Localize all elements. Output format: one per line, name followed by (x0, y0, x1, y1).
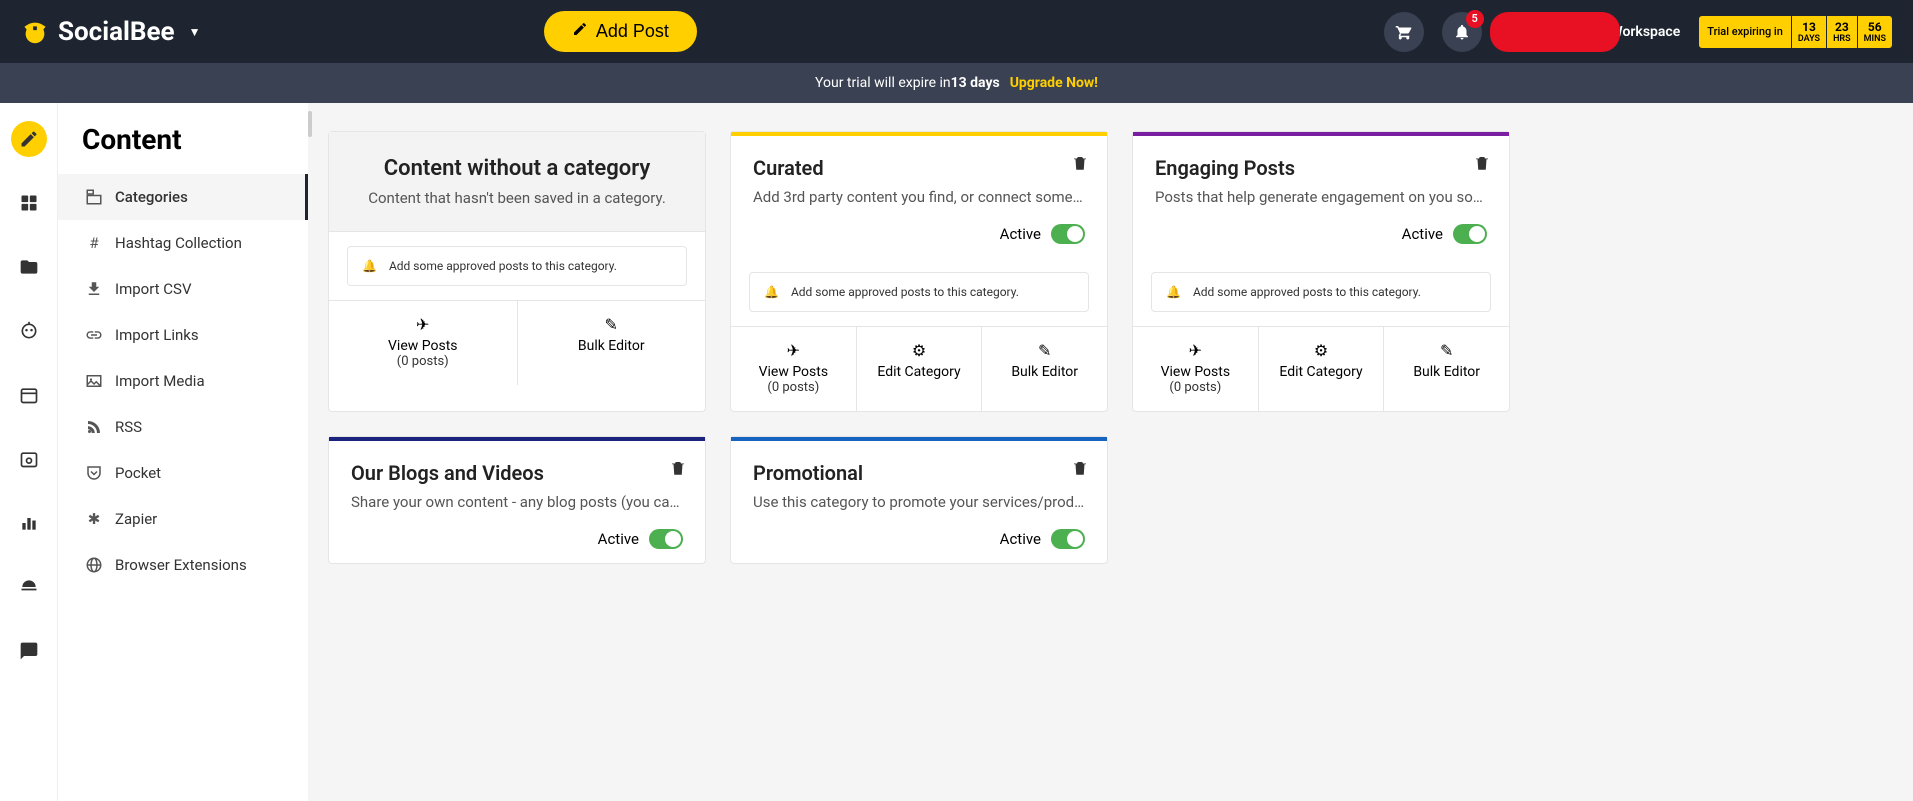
add-post-button[interactable]: Add Post (544, 11, 697, 52)
card-no-category: Content without a category Content that … (328, 131, 706, 412)
categories-icon (85, 188, 103, 206)
card-title: Our Blogs and Videos (351, 461, 683, 485)
send-icon: ✈ (333, 315, 513, 334)
rail-robot[interactable] (11, 313, 47, 349)
nav-rss[interactable]: RSS (58, 404, 308, 450)
card-title: Engaging Posts (1155, 156, 1487, 180)
edit-category-button[interactable]: ⚙Edit Category (1259, 327, 1385, 411)
view-posts-button[interactable]: ✈View Posts(0 posts) (731, 327, 857, 411)
card-desc: Share your own content - any blog posts … (351, 493, 683, 511)
notifications-button[interactable]: 5 (1442, 12, 1482, 52)
brand-menu[interactable]: SocialBee ▼ (20, 17, 200, 47)
delete-category-button[interactable] (1473, 154, 1491, 176)
card-desc: Posts that help generate engagement on y… (1155, 188, 1487, 206)
trial-countdown[interactable]: Trial expiring in 13DAYS 23HRS 56MINS (1698, 15, 1893, 49)
active-toggle[interactable] (1453, 224, 1487, 244)
card-title: Promotional (753, 461, 1085, 485)
empty-alert: 🔔 Add some approved posts to this catego… (347, 246, 687, 286)
nav-pocket[interactable]: Pocket (58, 450, 308, 496)
nav-rail (0, 103, 58, 801)
nav-import-csv[interactable]: Import CSV (58, 266, 308, 312)
gear-icon: ⚙ (861, 341, 978, 360)
card-desc: Add 3rd party content you find, or conne… (753, 188, 1085, 206)
globe-icon (85, 556, 103, 574)
rail-chat[interactable] (11, 633, 47, 669)
hashtag-icon: # (85, 234, 103, 252)
send-icon: ✈ (1137, 341, 1254, 360)
active-toggle[interactable] (649, 529, 683, 549)
bell-icon: 🔔 (362, 259, 377, 273)
card-promotional: Promotional Use this category to promote… (730, 436, 1108, 564)
nav-import-links[interactable]: Import Links (58, 312, 308, 358)
rail-analytics[interactable] (11, 505, 47, 541)
image-icon (85, 372, 103, 390)
chevron-down-icon: ▼ (189, 25, 201, 39)
cart-button[interactable] (1384, 12, 1424, 52)
bulk-editor-button[interactable]: ✎Bulk Editor (518, 301, 706, 385)
bee-logo-icon (20, 17, 50, 47)
nav-hashtag[interactable]: #Hashtag Collection (58, 220, 308, 266)
edit-icon: ✎ (1388, 341, 1505, 360)
card-desc: Content that hasn't been saved in a cate… (351, 189, 683, 207)
add-post-label: Add Post (596, 21, 669, 42)
view-posts-button[interactable]: ✈View Posts(0 posts) (329, 301, 518, 385)
card-engaging: Engaging Posts Posts that help generate … (1132, 131, 1510, 412)
gear-icon: ⚙ (1263, 341, 1380, 360)
rail-schedule[interactable] (11, 441, 47, 477)
nav-browser-ext[interactable]: Browser Extensions (58, 542, 308, 588)
delete-category-button[interactable] (1071, 154, 1089, 176)
send-icon: ✈ (735, 341, 852, 360)
trial-label: Trial expiring in (1699, 16, 1791, 48)
topbar-right: 5 My Workspace Trial expiring in 13DAYS … (1384, 12, 1893, 52)
redacted-avatar (1490, 12, 1620, 52)
bulk-editor-button[interactable]: ✎Bulk Editor (1384, 327, 1509, 411)
card-blogs: Our Blogs and Videos Share your own cont… (328, 436, 706, 564)
brand-name: SocialBee (58, 17, 175, 47)
edit-icon: ✎ (522, 315, 702, 334)
card-title: Content without a category (351, 156, 683, 181)
active-toggle[interactable] (1051, 529, 1085, 549)
nav-zapier[interactable]: ✱Zapier (58, 496, 308, 542)
rail-calendar[interactable] (11, 377, 47, 413)
delete-category-button[interactable] (1071, 459, 1089, 481)
notification-count-badge: 5 (1466, 10, 1484, 28)
edit-icon: ✎ (986, 341, 1103, 360)
rail-folder[interactable] (11, 249, 47, 285)
empty-alert: 🔔Add some approved posts to this categor… (749, 272, 1089, 312)
nav-categories[interactable]: Categories (58, 174, 308, 220)
trial-alert-bar: Your trial will expire in 13 days Upgrad… (0, 63, 1913, 103)
pocket-icon (85, 464, 103, 482)
empty-alert: 🔔Add some approved posts to this categor… (1151, 272, 1491, 312)
active-toggle[interactable] (1051, 224, 1085, 244)
sidebar-title: Content (58, 103, 308, 174)
bell-icon: 🔔 (1166, 285, 1181, 299)
download-icon (85, 280, 103, 298)
zapier-icon: ✱ (85, 510, 103, 528)
card-title: Curated (753, 156, 1085, 180)
rail-grid[interactable] (11, 185, 47, 221)
link-icon (85, 326, 103, 344)
content-sidebar: Content Categories #Hashtag Collection I… (58, 103, 308, 801)
view-posts-button[interactable]: ✈View Posts(0 posts) (1133, 327, 1259, 411)
rail-content[interactable] (11, 121, 47, 157)
edit-icon (572, 21, 588, 42)
edit-category-button[interactable]: ⚙Edit Category (857, 327, 983, 411)
alert-text-a: Your trial will expire in (815, 75, 951, 91)
card-curated: Curated Add 3rd party content you find, … (730, 131, 1108, 412)
content-area: Content without a category Content that … (308, 103, 1913, 801)
rss-icon (85, 418, 103, 436)
alert-text-b: 13 days (951, 75, 1000, 91)
rail-concierge[interactable] (11, 569, 47, 605)
top-bar: SocialBee ▼ Add Post 5 My Workspace Tria… (0, 0, 1913, 63)
delete-category-button[interactable] (669, 459, 687, 481)
upgrade-now-link[interactable]: Upgrade Now! (1010, 75, 1098, 91)
nav-import-media[interactable]: Import Media (58, 358, 308, 404)
bell-icon: 🔔 (764, 285, 779, 299)
card-desc: Use this category to promote your servic… (753, 493, 1085, 511)
bulk-editor-button[interactable]: ✎Bulk Editor (982, 327, 1107, 411)
